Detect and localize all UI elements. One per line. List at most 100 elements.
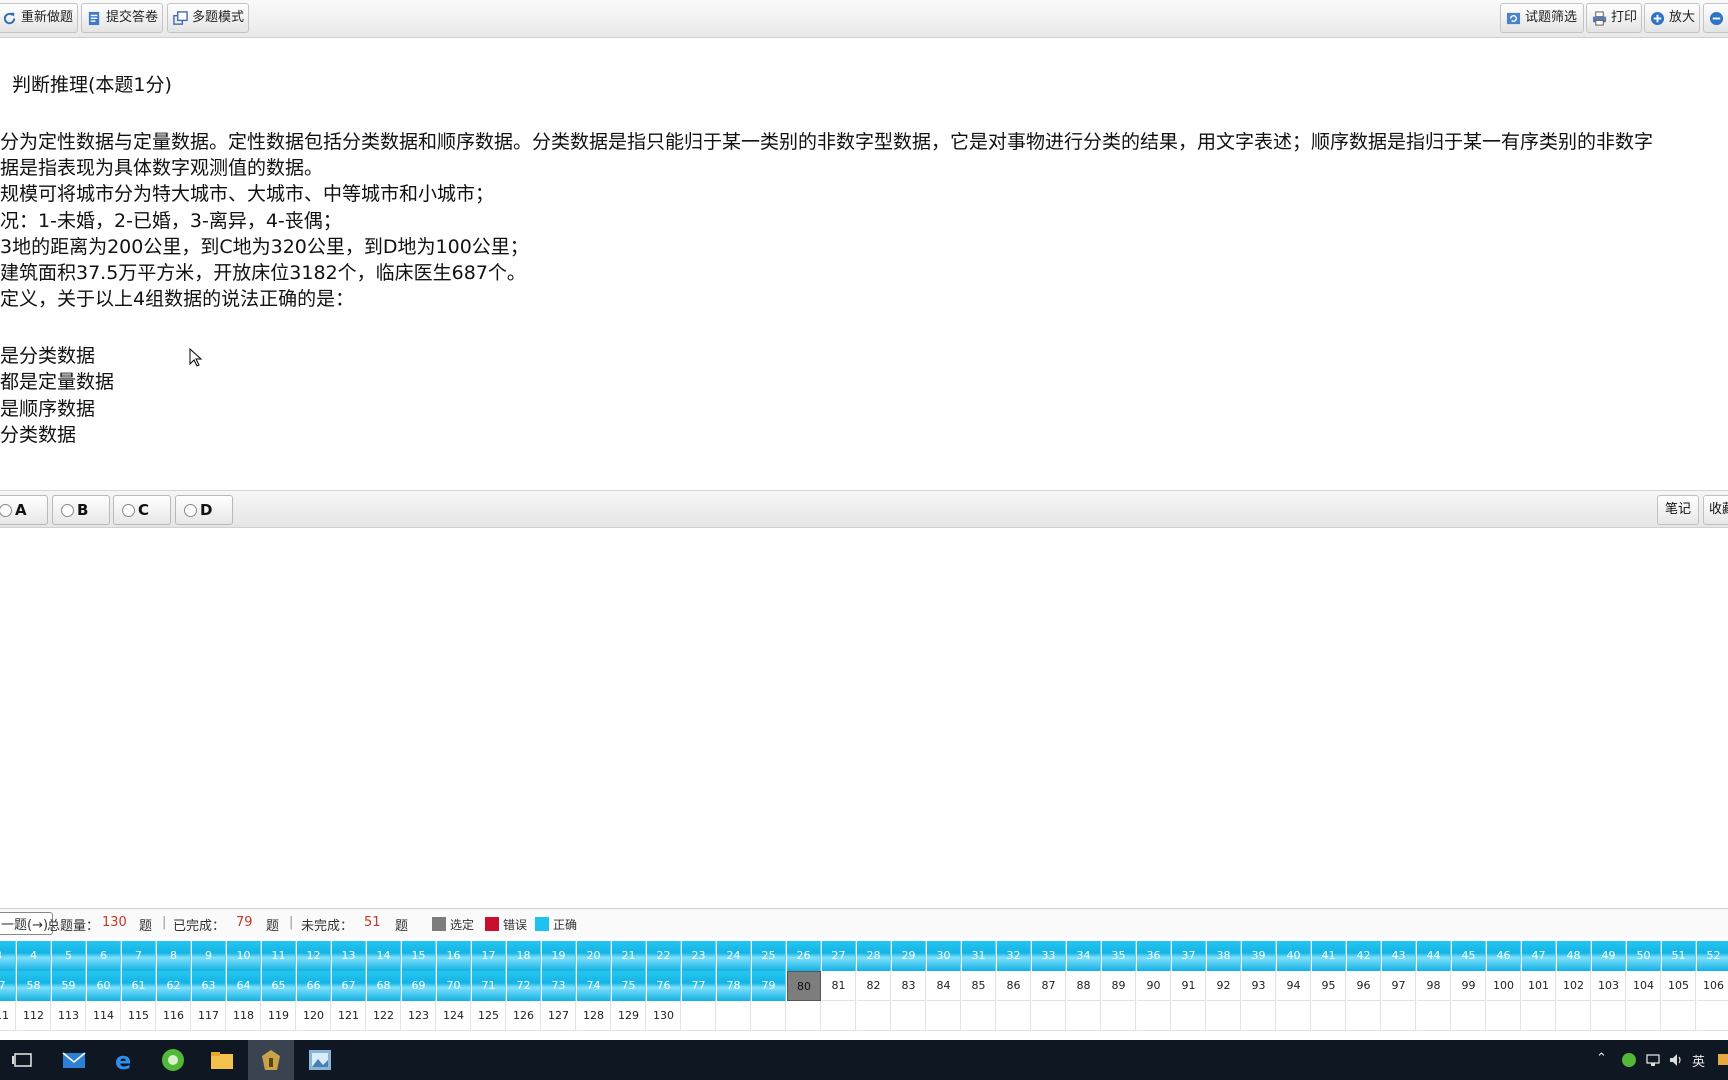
mail-icon[interactable] [60,1046,88,1074]
question-number-cell[interactable]: 95 [1312,971,1346,1001]
volume-icon[interactable] [1668,1052,1684,1068]
multi-mode-button[interactable]: 多题模式 [167,3,249,33]
note-button[interactable]: 笔记 [1657,495,1700,525]
question-number-cell[interactable]: 77 [682,971,716,1001]
question-number-cell[interactable]: 20 [577,941,611,971]
question-number-cell[interactable]: 30 [927,941,961,971]
question-number-cell[interactable]: 60 [87,971,121,1001]
question-number-cell[interactable]: 52 [1697,941,1728,971]
question-number-cell[interactable]: 68 [367,971,401,1001]
question-number-cell[interactable]: 82 [857,971,891,1001]
question-number-cell[interactable]: 5 [52,941,86,971]
question-number-cell[interactable]: 96 [1347,971,1381,1001]
browser-icon[interactable] [159,1046,187,1074]
question-number-cell[interactable]: 84 [927,971,961,1001]
question-number-cell[interactable]: 83 [892,971,926,1001]
question-number-cell[interactable]: 48 [1557,941,1591,971]
question-number-cell[interactable]: 4 [17,941,51,971]
question-number-cell[interactable]: 75 [612,971,646,1001]
print-button[interactable]: 打印 [1586,3,1642,33]
question-number-cell[interactable]: 57 [0,971,16,1001]
question-number-cell[interactable]: 115 [122,1001,156,1031]
question-number-cell[interactable]: 23 [682,941,716,971]
question-number-cell[interactable]: 120 [297,1001,331,1031]
question-number-cell[interactable]: 116 [157,1001,191,1031]
question-number-cell[interactable]: 90 [1137,971,1171,1001]
question-number-cell[interactable]: 118 [227,1001,261,1031]
question-number-cell[interactable]: 24 [717,941,751,971]
question-number-cell[interactable]: 126 [507,1001,541,1031]
question-number-cell[interactable]: 36 [1137,941,1171,971]
question-number-cell[interactable]: 93 [1242,971,1276,1001]
question-number-cell[interactable]: 28 [857,941,891,971]
question-number-cell[interactable]: 102 [1557,971,1591,1001]
question-number-cell[interactable]: 8 [157,941,191,971]
question-number-cell[interactable]: 69 [402,971,436,1001]
question-number-cell[interactable]: 127 [542,1001,576,1031]
answer-option-d[interactable]: D [175,495,233,525]
question-number-cell[interactable]: 98 [1417,971,1451,1001]
question-number-cell[interactable]: 67 [332,971,366,1001]
question-number-cell[interactable]: 26 [787,941,821,971]
question-number-cell[interactable]: 7 [122,941,156,971]
question-number-cell[interactable]: 41 [1312,941,1346,971]
question-number-cell[interactable]: 37 [1172,941,1206,971]
question-number-cell[interactable]: 100 [1487,971,1521,1001]
question-number-cell[interactable]: 106 [1697,971,1728,1001]
question-number-cell[interactable]: 58 [17,971,51,1001]
redo-button[interactable]: 重新做题 [0,3,78,33]
question-number-cell[interactable]: 11 [262,941,296,971]
question-number-cell[interactable]: 59 [52,971,86,1001]
question-number-cell[interactable]: 103 [1592,971,1626,1001]
zoom-out-button[interactable] [1703,3,1728,33]
question-number-cell[interactable]: 74 [577,971,611,1001]
question-number-cell[interactable]: 113 [52,1001,86,1031]
question-number-cell[interactable]: 34 [1067,941,1101,971]
submit-button[interactable]: 提交答卷 [81,3,163,33]
question-number-cell[interactable]: 104 [1627,971,1661,1001]
collect-button[interactable]: 收藏 [1703,495,1728,525]
question-number-cell[interactable]: 49 [1592,941,1626,971]
question-number-cell[interactable]: 66 [297,971,331,1001]
question-number-cell[interactable]: 40 [1277,941,1311,971]
question-number-cell[interactable]: 22 [647,941,681,971]
question-number-cell[interactable]: 18 [507,941,541,971]
question-number-cell[interactable]: 6 [87,941,121,971]
question-number-cell[interactable]: 122 [367,1001,401,1031]
question-number-cell[interactable]: 62 [157,971,191,1001]
question-number-cell[interactable]: 101 [1522,971,1556,1001]
question-number-cell[interactable]: 14 [367,941,401,971]
task-view-icon[interactable] [10,1046,38,1074]
question-number-cell[interactable]: 79 [752,971,786,1001]
question-number-cell[interactable]: 111 [0,1001,16,1031]
question-number-cell[interactable]: 3 [0,941,16,971]
question-number-cell[interactable]: 46 [1487,941,1521,971]
question-number-cell[interactable]: 38 [1207,941,1241,971]
exam-app-icon[interactable] [257,1046,285,1074]
question-number-cell[interactable]: 123 [402,1001,436,1031]
question-number-cell[interactable]: 35 [1102,941,1136,971]
question-number-cell[interactable]: 105 [1662,971,1696,1001]
question-number-cell[interactable]: 31 [962,941,996,971]
answer-option-a[interactable]: A [0,495,48,525]
filter-button[interactable]: 试题筛选 [1500,3,1584,33]
question-number-cell[interactable]: 29 [892,941,926,971]
question-number-cell[interactable]: 117 [192,1001,226,1031]
question-number-cell[interactable]: 45 [1452,941,1486,971]
answer-option-b[interactable]: B [52,495,110,525]
zoom-in-button[interactable]: 放大 [1644,3,1700,33]
question-number-cell[interactable]: 80 [787,971,821,1001]
question-number-cell[interactable]: 89 [1102,971,1136,1001]
question-number-cell[interactable]: 32 [997,941,1031,971]
question-number-cell[interactable]: 94 [1277,971,1311,1001]
question-number-cell[interactable]: 42 [1347,941,1381,971]
question-number-cell[interactable]: 10 [227,941,261,971]
question-number-cell[interactable]: 65 [262,971,296,1001]
answer-option-c[interactable]: C [113,495,171,525]
question-number-cell[interactable]: 85 [962,971,996,1001]
question-number-cell[interactable]: 97 [1382,971,1416,1001]
question-number-cell[interactable]: 73 [542,971,576,1001]
edge-browser-icon[interactable]: e [110,1046,138,1074]
tray-app-icon[interactable] [1621,1052,1637,1068]
question-number-cell[interactable]: 81 [822,971,856,1001]
